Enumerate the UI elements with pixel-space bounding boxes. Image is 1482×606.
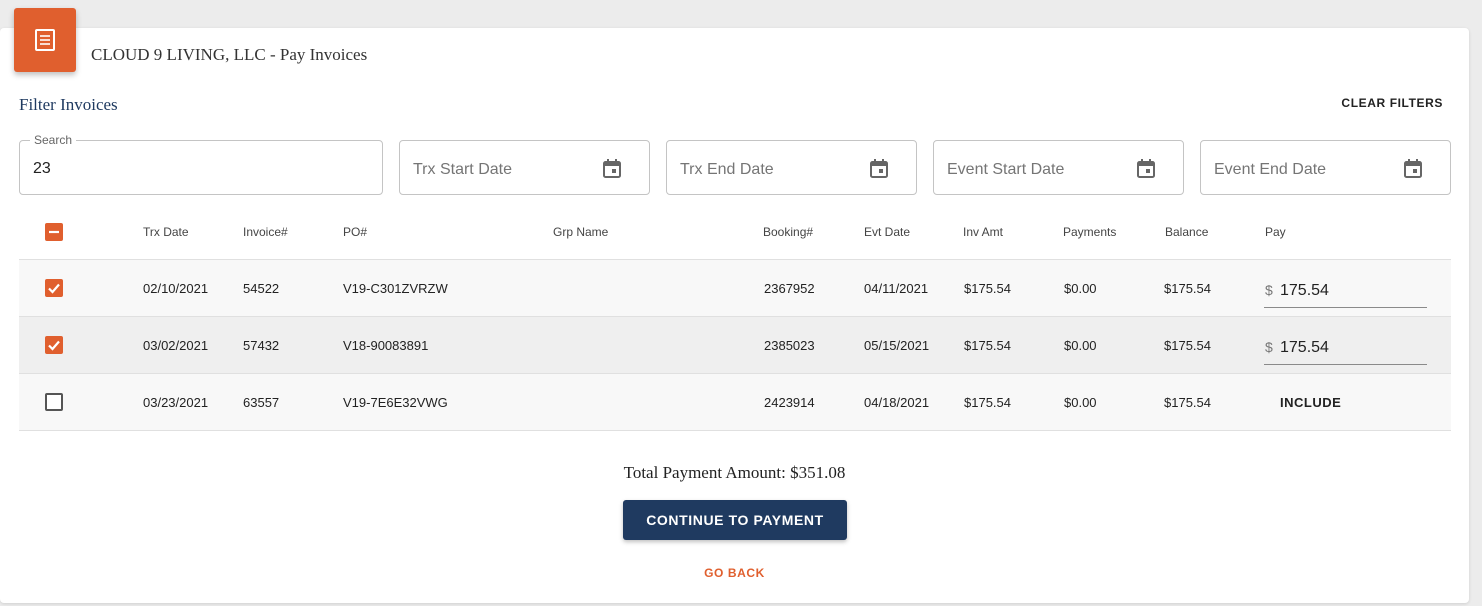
pay-amount-input[interactable]: $ 175.54 — [1264, 331, 1427, 365]
trx-date-cell: 03/23/2021 — [143, 394, 209, 410]
calendar-icon[interactable] — [1135, 157, 1157, 179]
invoice-table: Trx Date Invoice# PO# Grp Name Booking# … — [19, 204, 1451, 431]
evt-date-cell: 04/11/2021 — [864, 280, 929, 296]
continue-to-payment-button[interactable]: CONTINUE TO PAYMENT — [623, 500, 847, 540]
balance-cell: $175.54 — [1164, 280, 1211, 296]
trx-date-cell: 03/02/2021 — [143, 337, 209, 353]
column-header[interactable]: Booking# — [763, 204, 813, 259]
event-start-date-placeholder: Event Start Date — [947, 161, 1065, 178]
go-back-button[interactable]: GO BACK — [0, 566, 1469, 580]
payments-cell: $0.00 — [1064, 394, 1097, 410]
trx-end-date-placeholder: Trx End Date — [680, 161, 774, 178]
filter-section-title: Filter Invoices — [19, 95, 118, 114]
currency-prefix: $ — [1265, 339, 1273, 355]
evt-date-cell: 04/18/2021 — [864, 394, 930, 410]
column-header[interactable]: Balance — [1165, 204, 1208, 259]
trx-end-date-field[interactable]: Trx End Date — [666, 140, 917, 195]
column-header[interactable]: Inv Amt — [963, 204, 1003, 259]
total-payment-amount: Total Payment Amount: $351.08 — [623, 463, 846, 482]
clear-filters-button[interactable]: CLEAR FILTERS — [1341, 96, 1443, 110]
invoice-cell: 57432 — [243, 337, 280, 353]
event-end-date-field[interactable]: Event End Date — [1200, 140, 1451, 195]
balance-cell: $175.54 — [1164, 337, 1211, 353]
evt-date-cell: 05/15/2021 — [864, 337, 930, 353]
column-header[interactable]: Evt Date — [864, 204, 910, 259]
trx-start-date-placeholder: Trx Start Date — [413, 161, 512, 178]
table-row[interactable]: 03/23/2021 63557 V19-7E6E32VWG 2423914 0… — [19, 374, 1451, 431]
row-checkbox[interactable] — [45, 279, 63, 297]
calendar-icon[interactable] — [868, 157, 890, 179]
search-field-label: Search — [30, 133, 77, 147]
column-header[interactable]: Invoice# — [243, 204, 288, 259]
column-header[interactable]: Payments — [1063, 204, 1116, 259]
po-cell: V19-7E6E32VWG — [343, 394, 448, 410]
event-start-date-field[interactable]: Event Start Date — [933, 140, 1184, 195]
po-cell: V19-C301ZVRZW — [343, 280, 448, 296]
inv-amt-cell: $175.54 — [964, 337, 1011, 353]
table-row[interactable]: 02/10/2021 54522 V19-C301ZVRZW 2367952 0… — [19, 260, 1451, 317]
inv-amt-cell: $175.54 — [964, 280, 1011, 296]
table-row[interactable]: 03/02/2021 57432 V18-90083891 2385023 05… — [19, 317, 1451, 374]
page-title: CLOUD 9 LIVING, LLC - Pay Invoices — [91, 45, 368, 64]
payments-cell: $0.00 — [1064, 280, 1097, 296]
include-button[interactable]: INCLUDE — [1280, 374, 1341, 430]
inv-amt-cell: $175.54 — [964, 394, 1011, 410]
column-header[interactable]: Pay — [1265, 204, 1286, 259]
currency-prefix: $ — [1265, 282, 1273, 298]
search-input[interactable]: 23 — [33, 160, 51, 178]
event-end-date-placeholder: Event End Date — [1214, 161, 1327, 178]
row-checkbox[interactable] — [45, 336, 63, 354]
calendar-icon[interactable] — [601, 157, 623, 179]
indeterminate-icon — [49, 230, 59, 233]
select-all-checkbox[interactable] — [45, 222, 63, 241]
pay-amount-value[interactable]: 175.54 — [1280, 339, 1329, 357]
po-cell: V18-90083891 — [343, 337, 429, 353]
row-checkbox[interactable] — [45, 393, 63, 411]
column-header[interactable]: PO# — [343, 204, 367, 259]
invoice-cell: 63557 — [243, 394, 280, 410]
table-header-row: Trx Date Invoice# PO# Grp Name Booking# … — [19, 204, 1451, 260]
receipt-icon — [14, 8, 76, 72]
search-field[interactable]: Search 23 — [19, 133, 383, 195]
check-icon — [48, 283, 60, 294]
booking-cell: 2385023 — [764, 337, 815, 353]
booking-cell: 2367952 — [764, 280, 815, 296]
trx-start-date-field[interactable]: Trx Start Date — [399, 140, 650, 195]
trx-date-cell: 02/10/2021 — [143, 280, 209, 296]
column-header[interactable]: Trx Date — [143, 204, 189, 259]
check-icon — [48, 340, 60, 351]
pay-amount-input[interactable]: $ 175.54 — [1264, 274, 1427, 308]
invoice-cell: 54522 — [243, 280, 280, 296]
pay-amount-value[interactable]: 175.54 — [1280, 282, 1329, 300]
calendar-icon[interactable] — [1402, 157, 1424, 179]
balance-cell: $175.54 — [1164, 394, 1211, 410]
booking-cell: 2423914 — [764, 394, 815, 410]
column-header[interactable]: Grp Name — [553, 204, 608, 259]
payments-cell: $0.00 — [1064, 337, 1097, 353]
